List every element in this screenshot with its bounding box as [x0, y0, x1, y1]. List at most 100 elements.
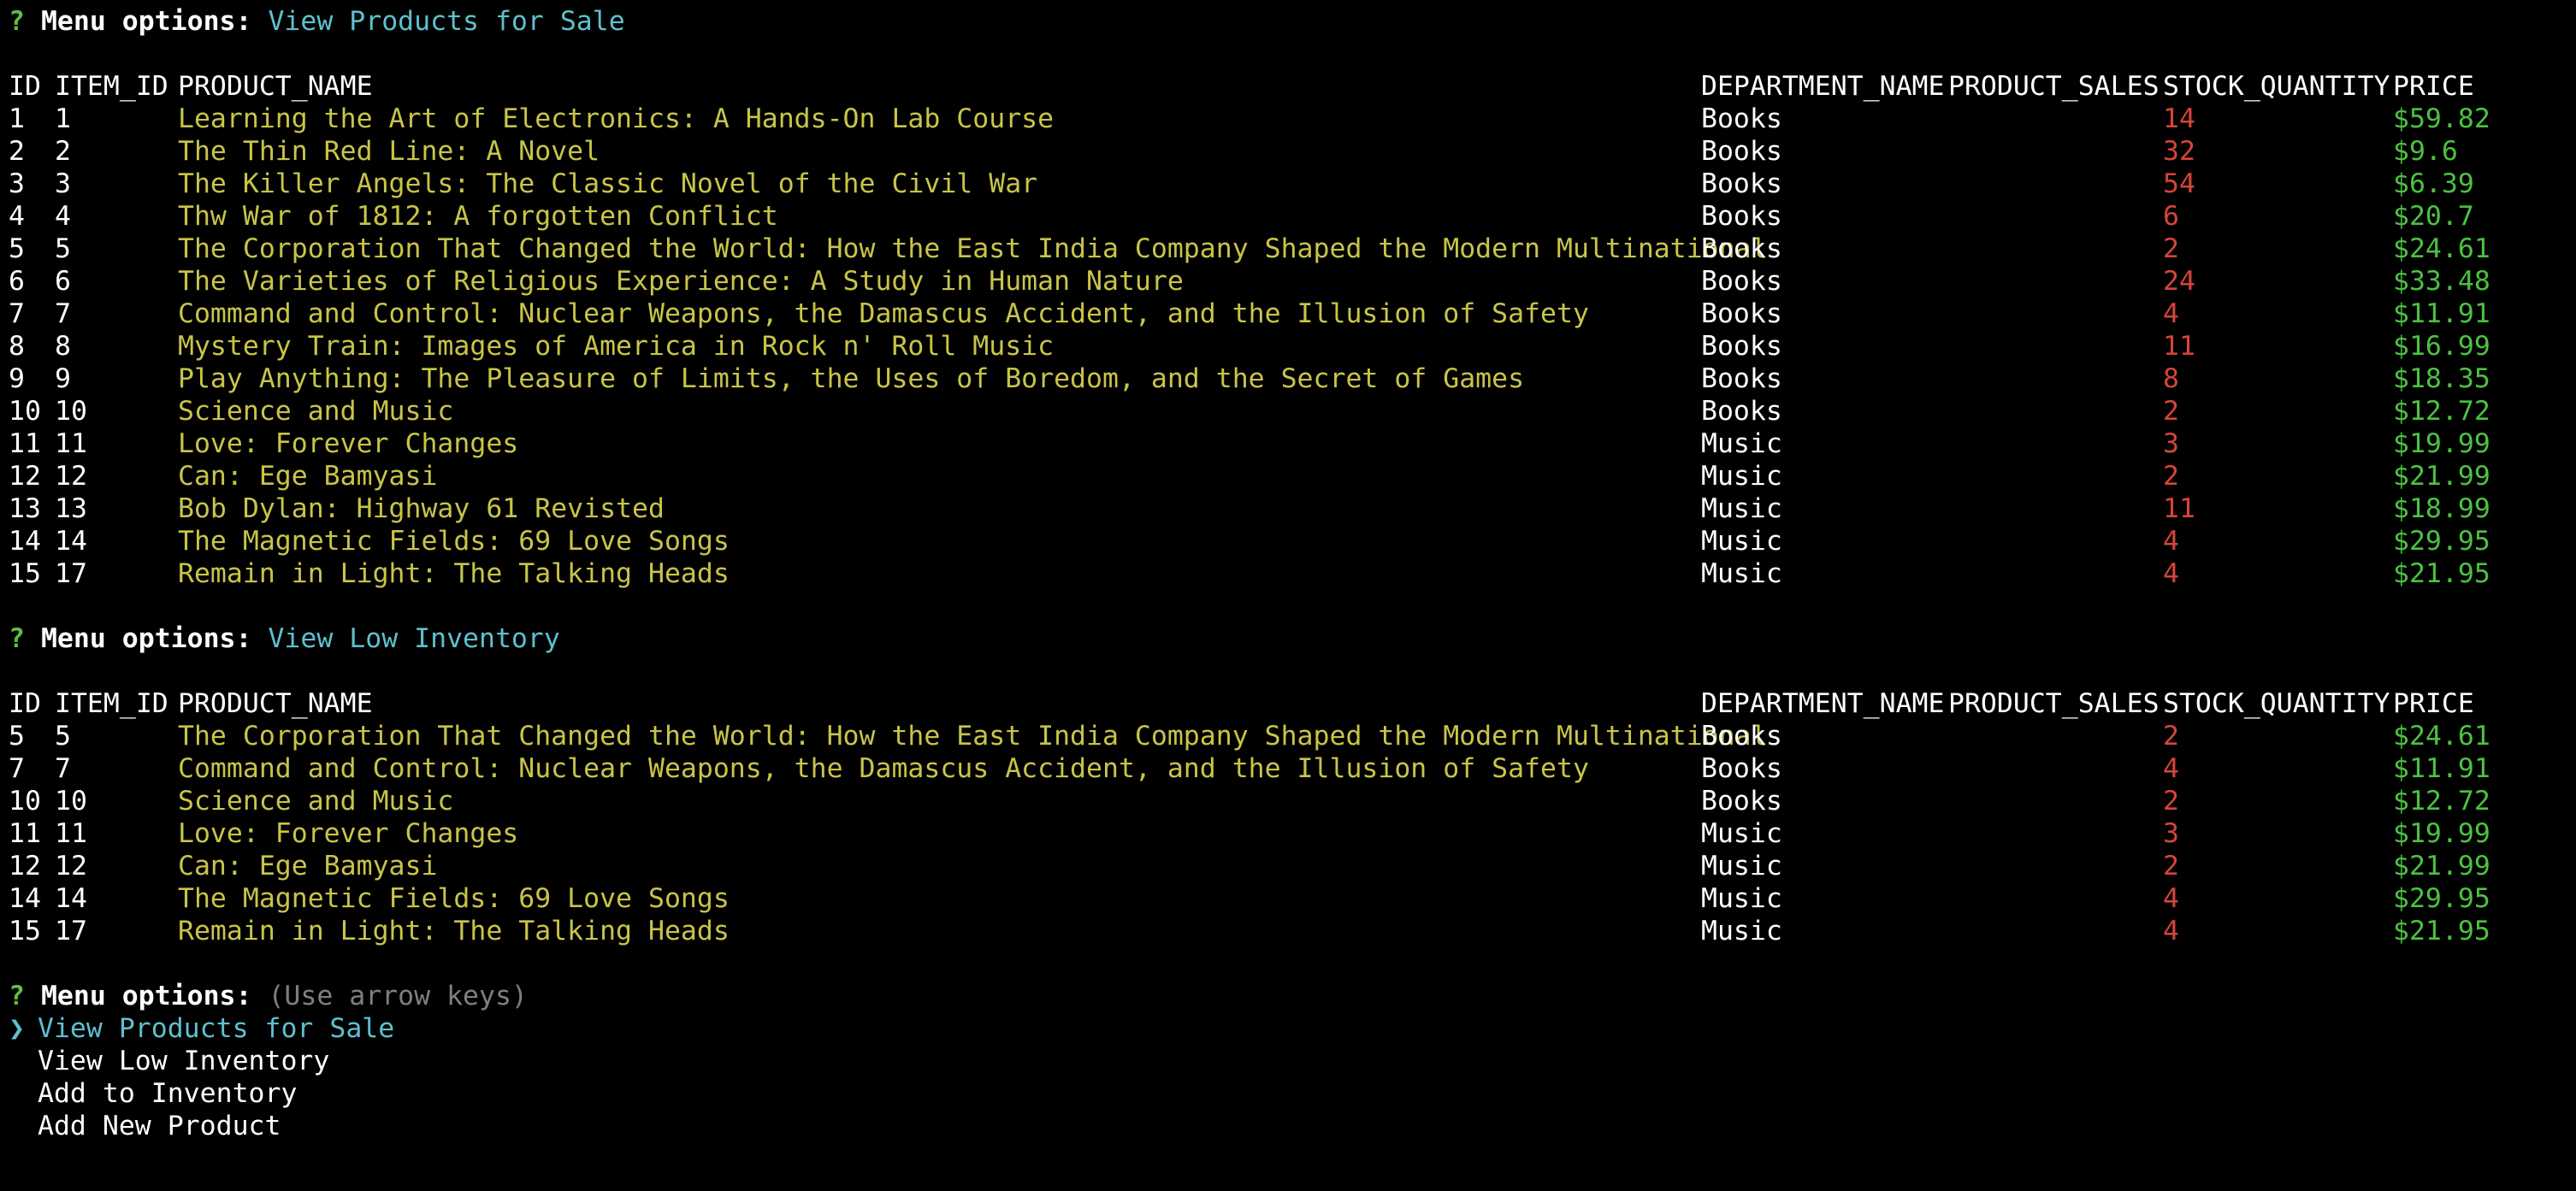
row-department-name: Books	[1701, 786, 1782, 817]
row-product-name: Science and Music	[178, 786, 454, 817]
table-row: 2 2 The Thin Red Line: A Novel Books 32 $9.6	[9, 135, 2566, 168]
row-price: $18.35	[2393, 363, 2490, 394]
menu-options: ❯ View Products for Sale View Low Inventor…	[9, 1012, 2566, 1142]
row-stock-quantity: 8	[2163, 363, 2179, 394]
row-stock-quantity: 54	[2163, 168, 2195, 199]
row-item-id: 3	[55, 168, 71, 199]
row-department-name: Books	[1701, 103, 1782, 134]
row-stock-quantity: 11	[2163, 331, 2195, 362]
row-id: 5	[9, 721, 25, 752]
header-item-id: ITEM_ID	[55, 688, 168, 719]
row-item-id: 11	[55, 428, 87, 459]
row-price: $19.99	[2393, 818, 2490, 849]
row-department-name: Books	[1701, 721, 1782, 752]
row-id: 15	[9, 916, 41, 946]
row-product-name: Command and Control: Nuclear Weapons, th…	[178, 753, 1589, 784]
row-id: 11	[9, 818, 41, 849]
row-department-name: Music	[1701, 558, 1782, 589]
row-price: $29.95	[2393, 883, 2490, 914]
row-id: 7	[9, 298, 25, 329]
row-product-name: Play Anything: The Pleasure of Limits, t…	[178, 363, 1525, 394]
menu-option-view-products-for-sale[interactable]: ❯ View Products for Sale	[9, 1012, 2566, 1045]
row-item-id: 4	[55, 201, 71, 232]
row-stock-quantity: 4	[2163, 298, 2179, 329]
table-row: 5 5 The Corporation That Changed the World…	[9, 233, 2566, 265]
row-id: 2	[9, 136, 25, 167]
row-item-id: 12	[55, 851, 87, 881]
menu-option-add-new-product[interactable]: Add New Product	[9, 1110, 2566, 1142]
prompt-label: Menu options:	[40, 6, 252, 37]
row-product-name: Remain in Light: The Talking Heads	[178, 916, 730, 946]
table-row: 5 5 The Corporation That Changed the World…	[9, 720, 2566, 752]
row-id: 6	[9, 266, 25, 297]
table-header: ID ITEM_ID PRODUCT_NAME DEPARTMENT_NAME …	[9, 70, 2566, 103]
row-product-name: Command and Control: Nuclear Weapons, th…	[178, 298, 1589, 329]
row-product-name: Love: Forever Changes	[178, 818, 519, 849]
table-row: 11 11 Love: Forever Changes Music 3 $19.99	[9, 817, 2566, 850]
table-row: 7 7 Command and Control: Nuclear Weapons, …	[9, 752, 2566, 785]
row-id: 12	[9, 851, 41, 881]
row-item-id: 11	[55, 818, 87, 849]
header-id: ID	[9, 71, 41, 102]
row-price: $20.7	[2393, 201, 2474, 232]
row-price: $59.82	[2393, 103, 2490, 134]
row-price: $18.99	[2393, 493, 2490, 524]
table-row: 1 1 Learning the Art of Electronics: A Han…	[9, 103, 2566, 135]
row-price: $21.95	[2393, 558, 2490, 589]
row-stock-quantity: 24	[2163, 266, 2195, 297]
row-department-name: Books	[1701, 396, 1782, 427]
row-item-id: 13	[55, 493, 87, 524]
row-price: $16.99	[2393, 331, 2490, 362]
header-item-id: ITEM_ID	[55, 71, 168, 102]
row-item-id: 9	[55, 363, 71, 394]
table-row: 3 3 The Killer Angels: The Classic Novel o…	[9, 168, 2566, 200]
menu-option-view-low-inventory[interactable]: View Low Inventory	[9, 1045, 2566, 1077]
row-stock-quantity: 2	[2163, 786, 2179, 817]
row-stock-quantity: 14	[2163, 103, 2195, 134]
row-department-name: Music	[1701, 493, 1782, 524]
table-header: ID ITEM_ID PRODUCT_NAME DEPARTMENT_NAME …	[9, 687, 2566, 720]
header-product-sales: PRODUCT_SALES	[1948, 71, 2159, 102]
row-department-name: Books	[1701, 233, 1782, 264]
row-price: $12.72	[2393, 786, 2490, 817]
row-price: $33.48	[2393, 266, 2490, 297]
header-department-name: DEPARTMENT_NAME	[1701, 71, 1945, 102]
row-product-name: Love: Forever Changes	[178, 428, 519, 459]
row-price: $9.6	[2393, 136, 2458, 167]
row-id: 1	[9, 103, 25, 134]
row-id: 9	[9, 363, 25, 394]
menu-option-label: View Products for Sale	[38, 1013, 395, 1044]
row-id: 11	[9, 428, 41, 459]
menu-option-add-to-inventory[interactable]: Add to Inventory	[9, 1077, 2566, 1110]
row-product-name: Learning the Art of Electronics: A Hands…	[178, 103, 1055, 134]
row-item-id: 7	[55, 298, 71, 329]
row-price: $11.91	[2393, 753, 2490, 784]
row-price: $21.99	[2393, 851, 2490, 881]
prompt-answer: View Products for Sale	[268, 6, 625, 37]
prompt-mark: ?	[9, 981, 25, 1011]
row-price: $6.39	[2393, 168, 2474, 199]
row-stock-quantity: 3	[2163, 818, 2179, 849]
row-id: 13	[9, 493, 41, 524]
row-stock-quantity: 6	[2163, 201, 2179, 232]
header-department-name: DEPARTMENT_NAME	[1701, 688, 1945, 719]
prompt-answer: View Low Inventory	[268, 623, 560, 654]
row-stock-quantity: 2	[2163, 461, 2179, 492]
row-id: 10	[9, 396, 41, 427]
header-stock-quantity: STOCK_QUANTITY	[2163, 71, 2390, 102]
menu-option-label: View Low Inventory	[38, 1046, 330, 1076]
header-price: PRICE	[2393, 71, 2474, 102]
row-stock-quantity: 2	[2163, 851, 2179, 881]
row-product-name: Can: Ege Bamyasi	[178, 461, 438, 492]
row-department-name: Music	[1701, 526, 1782, 557]
row-item-id: 6	[55, 266, 71, 297]
row-stock-quantity: 4	[2163, 916, 2179, 946]
row-price: $21.95	[2393, 916, 2490, 946]
row-product-name: Bob Dylan: Highway 61 Revisted	[178, 493, 665, 524]
row-item-id: 5	[55, 721, 71, 752]
row-product-name: The Thin Red Line: A Novel	[178, 136, 600, 167]
row-item-id: 17	[55, 558, 87, 589]
row-product-name: The Corporation That Changed the World: …	[178, 721, 1768, 752]
